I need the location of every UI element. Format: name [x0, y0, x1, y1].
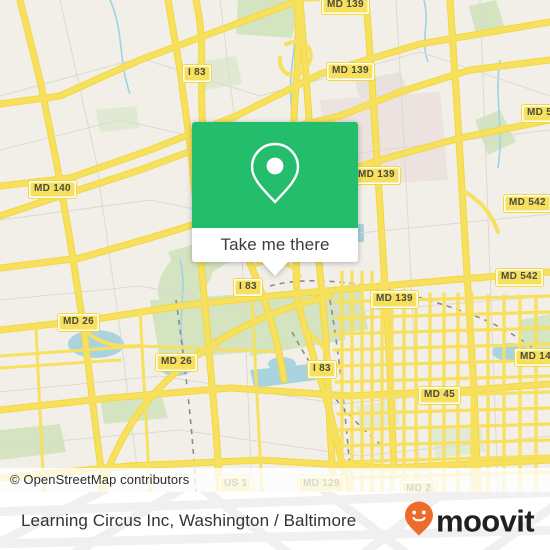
- map-attribution[interactable]: © OpenStreetMap contributors: [0, 468, 550, 492]
- callout-header: [192, 122, 358, 228]
- road-shield: MD 542: [495, 268, 544, 287]
- location-pin-icon: [249, 140, 301, 211]
- attribution-text: © OpenStreetMap contributors: [10, 472, 190, 487]
- road-shield: I 83: [182, 64, 212, 83]
- road-shield: MD 26: [155, 353, 198, 372]
- road-shield: MD 139: [326, 62, 375, 81]
- location-callout-card[interactable]: Take me there: [192, 122, 358, 276]
- callout-action-label: Take me there: [220, 235, 330, 254]
- road-shield: MD 139: [352, 166, 401, 185]
- road-shield: I 83: [307, 360, 337, 379]
- callout-pointer-tail: [262, 262, 288, 276]
- callout-action[interactable]: Take me there: [192, 228, 358, 262]
- road-shield: MD 26: [57, 313, 100, 332]
- road-shield: MD 140: [28, 180, 77, 199]
- road-shield: MD 14: [514, 348, 550, 367]
- moovit-wordmark: moovit: [435, 503, 535, 539]
- road-shield: MD 5: [521, 104, 550, 123]
- road-shield: MD 139: [370, 290, 419, 309]
- footer-bar: Learning Circus Inc, Washington / Baltim…: [0, 492, 550, 550]
- moovit-smiley-pin-icon: [404, 501, 434, 542]
- road-shield: MD 139: [321, 0, 370, 15]
- page-title: Learning Circus Inc, Washington / Baltim…: [21, 511, 357, 530]
- map-canvas[interactable]: .rd { stroke:#f7e05e; fill:none; stroke-…: [0, 0, 550, 492]
- moovit-brand[interactable]: moovit: [404, 501, 535, 542]
- road-shield: MD 542: [503, 194, 550, 213]
- road-shield: I 83: [233, 278, 263, 297]
- road-shield: MD 45: [418, 386, 461, 405]
